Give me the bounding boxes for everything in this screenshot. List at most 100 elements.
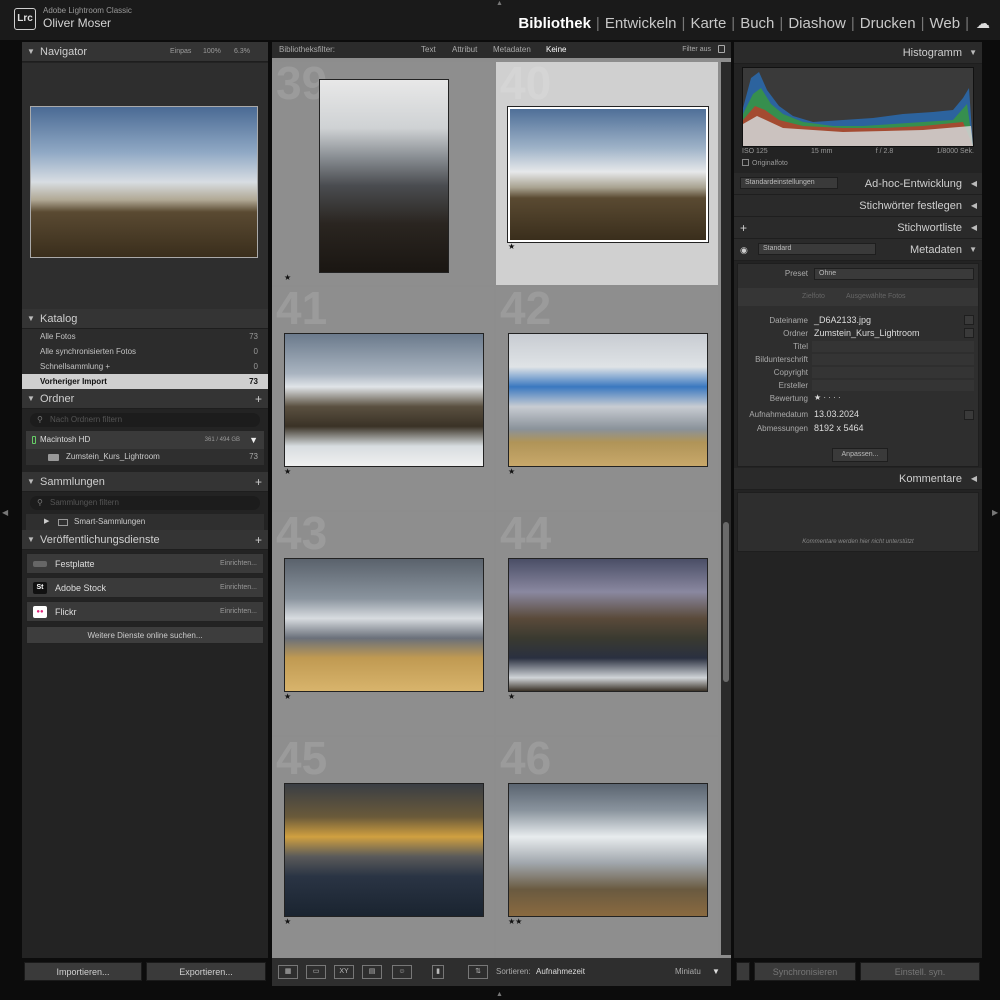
copyright-field[interactable] xyxy=(812,367,974,378)
catalog-item-previous-import[interactable]: Vorheriger Import 73 xyxy=(22,374,268,389)
rating-stars[interactable]: ★★ xyxy=(508,917,522,926)
collections-header[interactable]: ▼ Sammlungen + xyxy=(22,472,268,492)
sync-toggle-icon[interactable] xyxy=(736,962,750,981)
sync-button[interactable]: Synchronisieren xyxy=(754,962,856,981)
grid-view-icon[interactable]: ▦ xyxy=(278,965,298,979)
volume-row[interactable]: Macintosh HD 361 / 494 GB ▼ xyxy=(26,431,264,449)
zoom-percent[interactable]: 6.3% xyxy=(234,42,250,62)
grid-cell[interactable]: 41 ★ xyxy=(272,287,494,510)
catalog-item-synced[interactable]: Alle synchronisierten Fotos 0 xyxy=(22,344,268,359)
scrollbar-thumb[interactable] xyxy=(723,522,729,682)
checkbox[interactable] xyxy=(742,159,749,166)
folder-item[interactable]: Zumstein_Kurs_Lightroom 73 xyxy=(26,449,264,465)
filter-attribute[interactable]: Attribut xyxy=(452,42,477,58)
target-photo-tab[interactable]: Zielfoto xyxy=(802,288,825,306)
lock-icon[interactable] xyxy=(718,45,725,53)
navigator-image[interactable] xyxy=(30,106,258,258)
publish-service-harddisk[interactable]: Festplatte Einrichten... xyxy=(26,553,264,574)
filter-preset-dropdown[interactable]: Filter aus xyxy=(682,42,711,58)
publish-service-adobe-stock[interactable]: St Adobe Stock Einrichten... xyxy=(26,577,264,598)
keywording-header[interactable]: Stichwörter festlegen ◀ xyxy=(734,195,982,217)
comments-header[interactable]: Kommentare ◀ xyxy=(734,468,982,490)
module-book[interactable]: Buch xyxy=(736,15,778,32)
photo-thumbnail[interactable] xyxy=(284,333,484,467)
rating-stars[interactable]: ★ xyxy=(508,692,515,701)
people-view-icon[interactable]: ☺ xyxy=(392,965,412,979)
photo-thumbnail[interactable] xyxy=(284,558,484,692)
collapse-right-icon[interactable]: ▶ xyxy=(992,508,998,517)
compare-view-icon[interactable]: XY xyxy=(334,965,354,979)
metadata-preset-dropdown[interactable]: Ohne xyxy=(814,268,974,280)
expand-triangle-icon[interactable]: ▼ xyxy=(249,431,258,449)
module-develop[interactable]: Entwickeln xyxy=(601,15,681,32)
expand-triangle-icon[interactable]: ▶ xyxy=(44,514,49,530)
selected-photos-tab[interactable]: Ausgewählte Fotos xyxy=(846,288,906,306)
add-keyword-icon[interactable]: + xyxy=(740,217,747,239)
grid-cell[interactable]: 42 ★ xyxy=(496,287,718,510)
cloud-icon[interactable]: ☁ xyxy=(976,15,990,32)
eye-icon[interactable]: ◉ xyxy=(740,239,748,261)
quick-develop-header[interactable]: Standardeinstellungen Ad-hoc-Entwicklung… xyxy=(734,173,982,195)
original-photo-toggle[interactable]: Originalfoto xyxy=(742,159,788,167)
module-library[interactable]: Bibliothek xyxy=(514,15,595,32)
collapse-top-icon[interactable]: ▲ xyxy=(496,0,503,7)
photo-thumbnail[interactable] xyxy=(319,79,449,273)
catalog-item-all[interactable]: Alle Fotos 73 xyxy=(22,329,268,344)
module-print[interactable]: Drucken xyxy=(856,15,920,32)
filename-value[interactable]: _D6A2133.jpg xyxy=(814,315,871,325)
photo-thumbnail[interactable] xyxy=(508,783,708,917)
smart-collections-item[interactable]: ▶ Smart-Sammlungen xyxy=(26,514,264,530)
import-button[interactable]: Importieren... xyxy=(24,962,142,981)
find-more-services-button[interactable]: Weitere Dienste online suchen... xyxy=(26,626,264,644)
filter-text[interactable]: Text xyxy=(421,42,436,58)
setup-link[interactable]: Einrichten... xyxy=(220,602,257,622)
navigator-header[interactable]: ▼ Navigator Einpas 100% 6.3% xyxy=(22,42,268,62)
add-collection-icon[interactable]: + xyxy=(255,472,262,492)
grid-cell[interactable]: 39 ★ xyxy=(272,62,494,285)
rating-stars[interactable]: ★ xyxy=(284,917,291,926)
collapse-left-icon[interactable]: ◀ xyxy=(2,508,8,517)
identity-plate[interactable]: Oliver Moser xyxy=(43,16,111,30)
module-map[interactable]: Karte xyxy=(686,15,730,32)
rating-stars[interactable]: ★ xyxy=(508,467,515,476)
catalog-item-quick[interactable]: Schnellsammlung + 0 xyxy=(22,359,268,374)
setup-link[interactable]: Einrichten... xyxy=(220,554,257,574)
module-slideshow[interactable]: Diashow xyxy=(784,15,850,32)
folder-search-input[interactable]: ⚲ Nach Ordnern filtern xyxy=(30,413,260,427)
toolbar-menu-icon[interactable]: ▼ xyxy=(712,958,720,986)
grid-cell[interactable]: 43 ★ xyxy=(272,512,494,735)
quick-develop-preset-dropdown[interactable]: Standardeinstellungen xyxy=(740,177,838,189)
capture-date-icon[interactable] xyxy=(964,410,974,420)
sort-direction-icon[interactable]: ⇅ xyxy=(468,965,488,979)
catalog-header[interactable]: ▼ Katalog xyxy=(22,309,268,329)
loupe-view-icon[interactable]: ▭ xyxy=(306,965,326,979)
collection-search-input[interactable]: ⚲ Sammlungen filtern xyxy=(30,496,260,510)
export-button[interactable]: Exportieren... xyxy=(146,962,266,981)
grid-cell-selected[interactable]: 40 ★ xyxy=(496,62,718,285)
zoom-fit[interactable]: Einpas xyxy=(170,42,191,62)
sync-settings-button[interactable]: Einstell. syn. xyxy=(860,962,980,981)
customize-button[interactable]: Anpassen... xyxy=(832,448,888,462)
metadata-header[interactable]: ◉ Standard Metadaten ▼ xyxy=(734,239,982,261)
rename-icon[interactable] xyxy=(964,315,974,325)
metadata-view-dropdown[interactable]: Standard xyxy=(758,243,876,255)
survey-view-icon[interactable]: ▤ xyxy=(362,965,382,979)
filter-metadata[interactable]: Metadaten xyxy=(493,42,531,58)
rating-value[interactable]: ★ · · · · xyxy=(814,393,841,402)
caption-field[interactable] xyxy=(812,354,974,365)
rating-stars[interactable]: ★ xyxy=(284,467,291,476)
module-web[interactable]: Web xyxy=(926,15,965,32)
photo-thumbnail[interactable] xyxy=(508,333,708,467)
title-field[interactable] xyxy=(812,341,974,352)
rating-stars[interactable]: ★ xyxy=(284,273,291,282)
add-folder-icon[interactable]: + xyxy=(255,389,262,409)
add-publish-icon[interactable]: + xyxy=(255,530,262,550)
photo-thumbnail[interactable] xyxy=(284,783,484,917)
histogram-header[interactable]: Histogramm ▼ xyxy=(734,42,982,64)
rating-stars[interactable]: ★ xyxy=(284,692,291,701)
filter-none[interactable]: Keine xyxy=(546,42,566,58)
sort-dropdown[interactable]: Aufnahmezeit xyxy=(536,958,585,986)
grid-cell[interactable]: 45 ★ xyxy=(272,737,494,960)
keyword-list-header[interactable]: + Stichwortliste ◀ xyxy=(734,217,982,239)
grid-cell[interactable]: 46 ★★ xyxy=(496,737,718,960)
